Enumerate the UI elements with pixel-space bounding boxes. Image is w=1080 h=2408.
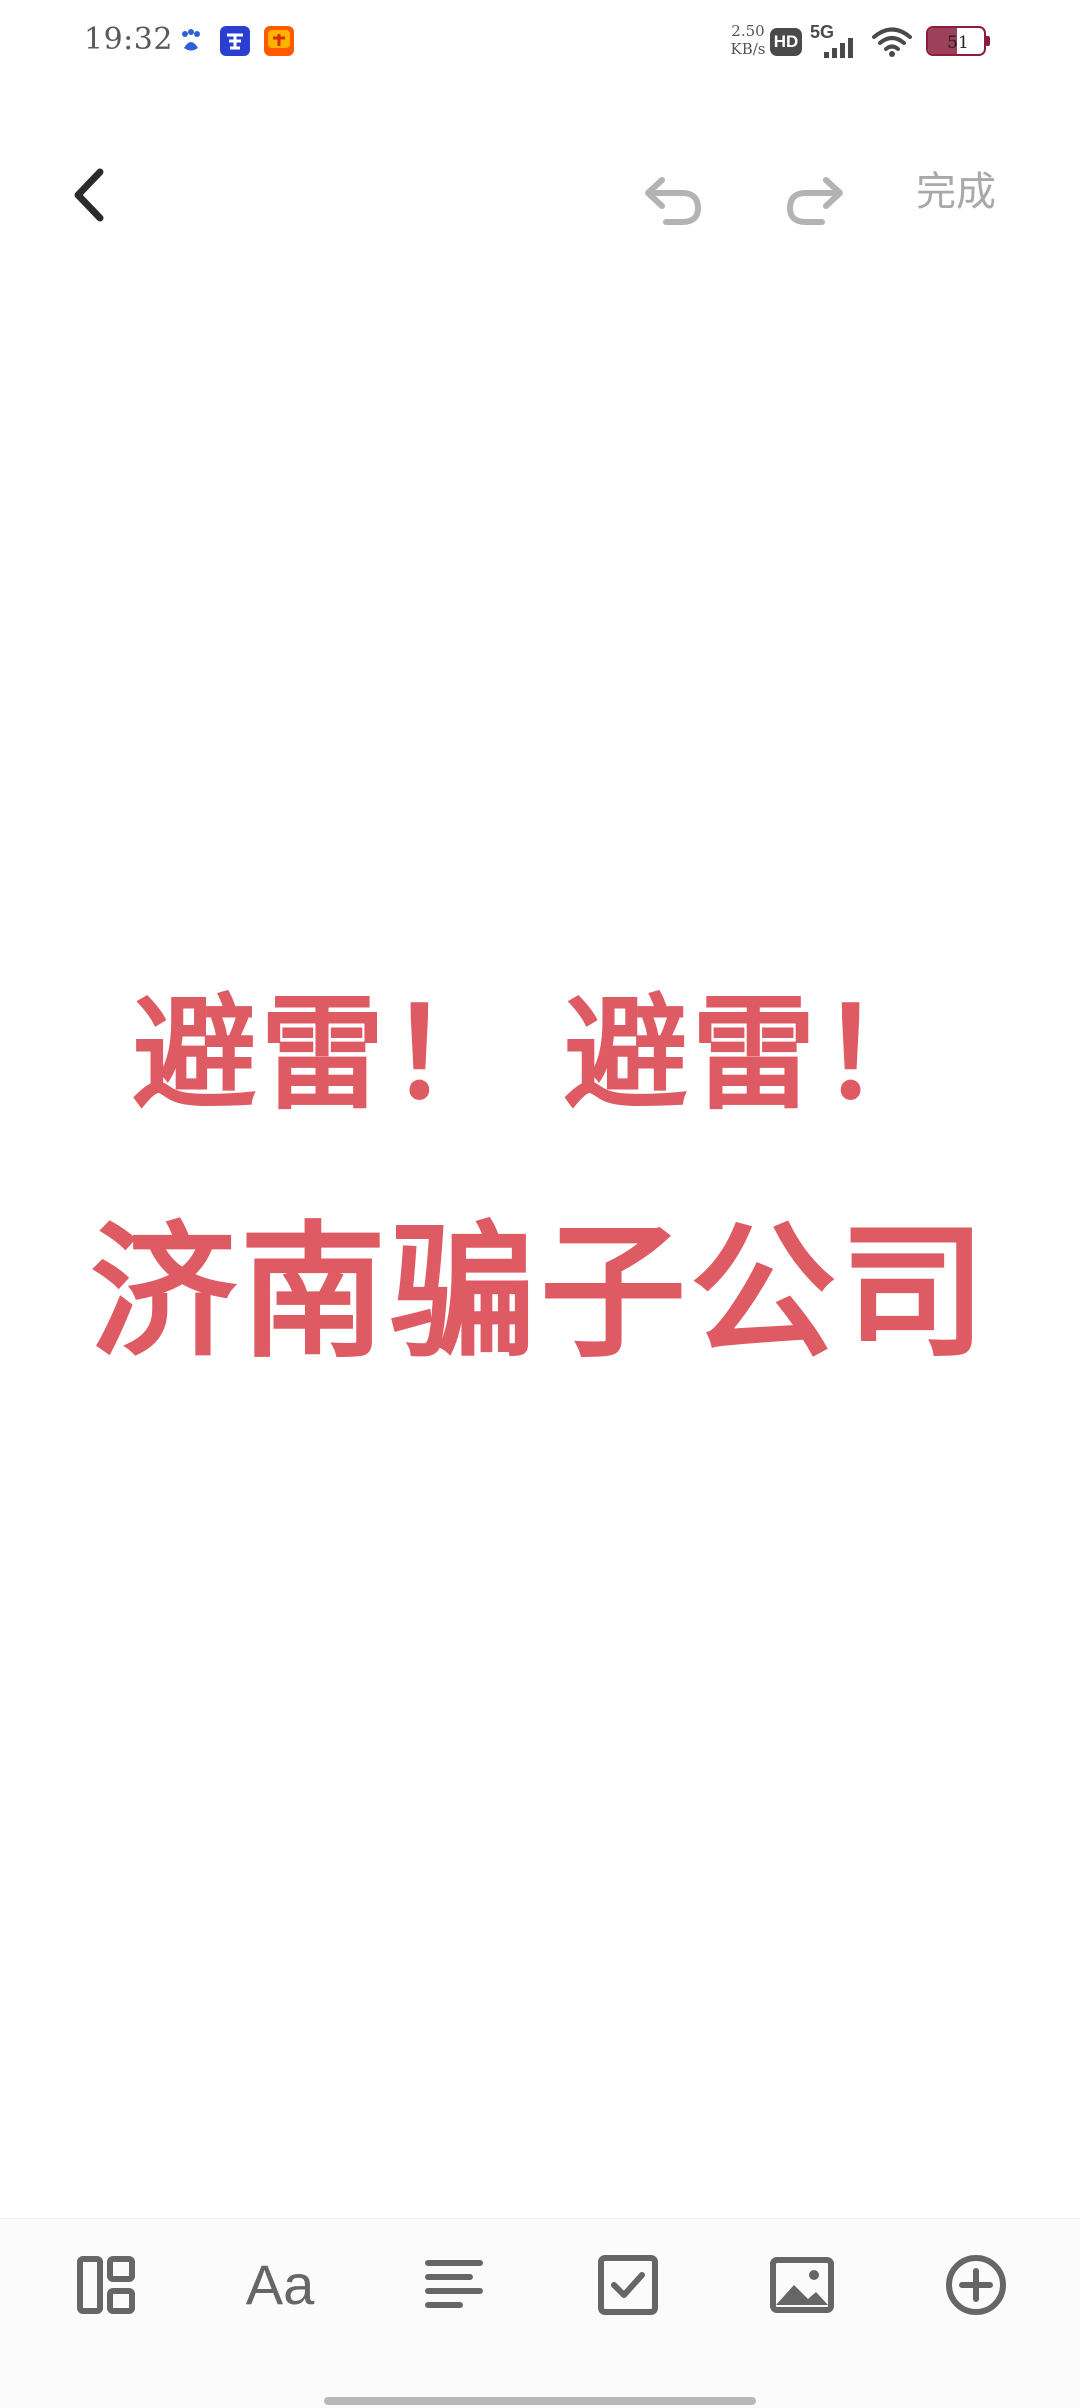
checklist-icon <box>598 2255 658 2315</box>
back-button[interactable] <box>60 160 130 230</box>
layout-button[interactable] <box>68 2247 144 2323</box>
note-text-line[interactable]: 济南骗子公司 <box>0 1208 1080 1378</box>
cellular-signal-icon: 5G <box>810 22 862 62</box>
zhaopin-icon <box>220 26 250 56</box>
chevron-left-icon <box>74 168 104 222</box>
taobao-icon <box>264 26 294 56</box>
network-speed: 2.50 KB/s <box>722 22 774 58</box>
align-icon <box>425 2260 483 2308</box>
note-content[interactable]: 避雷！ 避雷！ 济南骗子公司 <box>0 960 1080 1400</box>
format-toolbar: Aa <box>0 2218 1080 2408</box>
note-text-line[interactable]: 避雷！ 避雷！ <box>0 980 1080 1130</box>
redo-icon <box>786 177 843 225</box>
battery-icon: 51 <box>926 26 990 56</box>
insert-image-button[interactable] <box>764 2247 840 2323</box>
layout-icon <box>77 2256 135 2314</box>
done-button[interactable]: 完成 <box>916 162 996 222</box>
text-style-button[interactable]: Aa <box>242 2247 318 2323</box>
status-bar: 19:32 2.50 KB/s HD 5G 51 <box>0 0 1080 84</box>
text-style-icon: Aa <box>245 2253 315 2316</box>
add-button[interactable] <box>938 2247 1014 2323</box>
home-indicator[interactable] <box>324 2397 756 2405</box>
image-icon <box>770 2257 834 2313</box>
add-icon <box>946 2255 1006 2315</box>
baidu-icon <box>176 26 206 56</box>
undo-button[interactable] <box>636 160 712 236</box>
checklist-button[interactable] <box>590 2247 666 2323</box>
network-speed-unit: KB/s <box>730 40 766 58</box>
redo-button[interactable] <box>776 160 852 236</box>
battery-level: 51 <box>947 33 969 53</box>
editor-toolbar: 完成 <box>0 140 1080 250</box>
hd-voice-badge: HD <box>770 28 802 56</box>
note-editor-screen: 19:32 2.50 KB/s HD 5G 51 完成 避雷！ 避雷！ 济南骗子… <box>0 0 1080 2408</box>
wifi-icon <box>872 26 912 58</box>
undo-icon <box>645 177 702 225</box>
align-button[interactable] <box>416 2247 492 2323</box>
network-speed-value: 2.50 <box>731 22 765 40</box>
status-time: 19:32 <box>84 22 173 57</box>
